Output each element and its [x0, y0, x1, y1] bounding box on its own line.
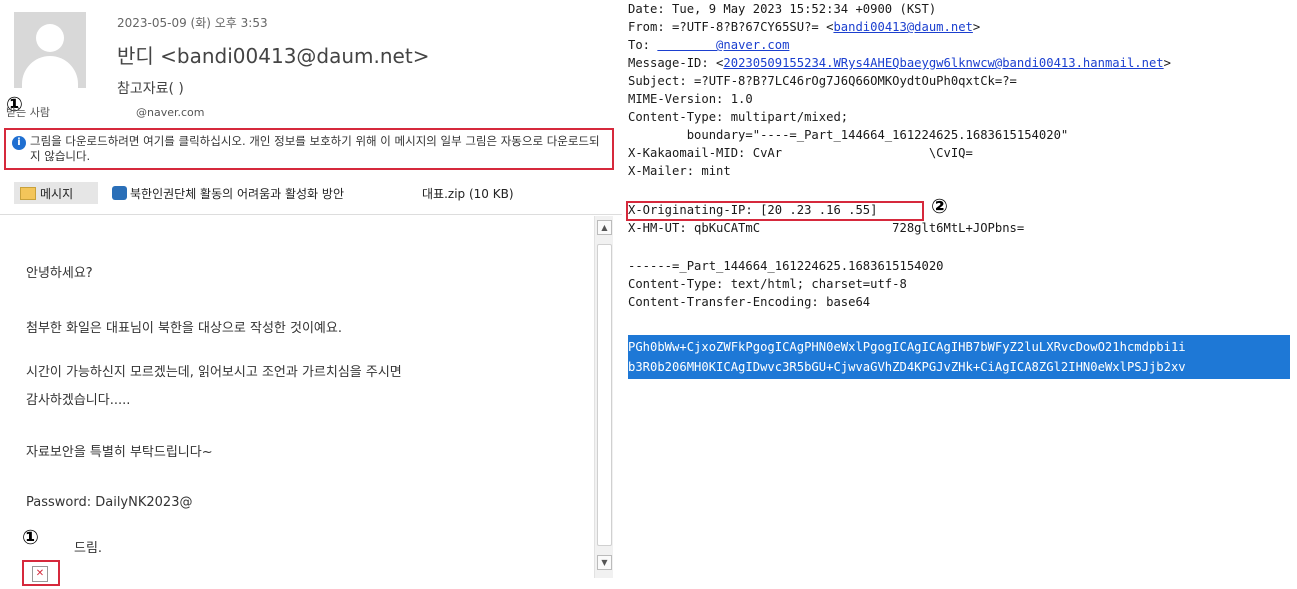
avatar [14, 12, 86, 88]
notice-text[interactable]: 그림을 다운로드하려면 여기를 클릭하십시오. 개인 정보를 보호하기 위해 이… [30, 134, 610, 164]
header-to: To: @naver.com [628, 38, 789, 52]
document-icon [112, 186, 127, 200]
attachment-zip[interactable]: 대표.zip (10 KB) [422, 185, 514, 202]
header-from-suffix: > [972, 20, 981, 34]
avatar-body [22, 56, 78, 88]
base64-line: b3R0b206MH0KICAgIDwvc3R5bGU+CjwvaGVhZD4K… [628, 360, 1186, 374]
attachment-document-name: 북한인권단체 활동의 어려움과 활성화 방안 [130, 187, 344, 201]
raw-source-pane: Date: Tue, 9 May 2023 15:52:34 +0900 (KS… [622, 0, 1297, 589]
recipient-row: 받는 사람 @naver.com [6, 104, 205, 120]
header-msgid-link[interactable]: 20230509155234.WRys4AHEQbaeygw6lknwcw@ba… [723, 56, 1163, 70]
envelope-icon [20, 187, 36, 200]
broken-image-icon: ✕ [32, 566, 48, 582]
marker-2: ② [931, 194, 948, 218]
header-to-link[interactable]: @naver.com [657, 38, 789, 52]
body-line: 감사하겠습니다..... [26, 393, 131, 408]
header-kakao-mid: X-Kakaomail-MID: CvAr \CvIQ= [628, 146, 973, 160]
header-mailer: X-Mailer: mint [628, 164, 731, 178]
attachment-bar: 메시지 북한인권단체 활동의 어려움과 활성화 방안 대표.zip (10 KB… [14, 182, 614, 206]
header-content-type: Content-Type: multipart/mixed; [628, 110, 849, 124]
info-icon: i [12, 136, 26, 150]
email-sender[interactable]: 반디 <bandi00413@daum.net> [117, 40, 429, 69]
header-msgid-prefix: Message-ID: < [628, 56, 724, 70]
base64-selected-block[interactable]: PGh0bWw+CjxoZWFkPgogICAgPHN0eWxlPgogICAg… [628, 335, 1290, 379]
email-view-pane: 2023-05-09 (화) 오후 3:53 반디 <bandi00413@da… [0, 0, 623, 589]
email-date: 2023-05-09 (화) 오후 3:53 [117, 16, 268, 30]
body-line: 안녕하세요? [26, 266, 93, 281]
base64-line: PGh0bWw+CjxoZWFkPgogICAgPHN0eWxlPgogICAg… [628, 340, 1186, 354]
email-subject: 참고자료( ) [117, 81, 184, 97]
header-boundary: boundary="----=_Part_144664_161224625.16… [628, 128, 1069, 142]
marker-1-bottom: ① [22, 525, 39, 549]
image-download-notice[interactable]: i 그림을 다운로드하려면 여기를 클릭하십시오. 개인 정보를 보호하기 위해… [4, 128, 614, 170]
avatar-head [36, 24, 64, 52]
header-from-link[interactable]: bandi00413@daum.net [833, 20, 972, 34]
header-message-id: Message-ID: <20230509155234.WRys4AHEQbae… [628, 56, 1171, 70]
header-date: Date: Tue, 9 May 2023 15:52:34 +0900 (KS… [628, 2, 937, 16]
header-hm-ut: X-HM-UT: qbKuCATmC 728glt6MtL+JOPbns= [628, 221, 1025, 235]
header-from-prefix: From: =?UTF-8?B?67CY65SU?= < [628, 20, 834, 34]
tab-message[interactable]: 메시지 [14, 182, 98, 204]
part-transfer-encoding: Content-Transfer-Encoding: base64 [628, 295, 871, 309]
scroll-up-icon[interactable]: ▲ [597, 220, 612, 235]
body-line: 드림. [74, 541, 103, 556]
header-mime: MIME-Version: 1.0 [628, 92, 753, 106]
body-line: 자료보안을 특별히 부탁드립니다~ [26, 445, 213, 460]
body-line: Password: DailyNK2023@ [26, 495, 193, 510]
header-from: From: =?UTF-8?B?67CY65SU?= <bandi00413@d… [628, 20, 980, 34]
part-content-type: Content-Type: text/html; charset=utf-8 [628, 277, 907, 291]
broken-image[interactable]: ✕ [22, 560, 60, 586]
attachment-document[interactable]: 북한인권단체 활동의 어려움과 활성화 방안 [112, 185, 344, 202]
body-line: 시간이 가능하신지 모르겠는데, 읽어보시고 조언과 가르치심을 주시면 [26, 365, 402, 380]
recipient-value: @naver.com [136, 106, 205, 119]
scrollbar[interactable]: ▲ ▼ [594, 216, 613, 578]
header-originating-ip: X-Originating-IP: [20 .23 .16 .55] [628, 203, 878, 217]
header-to-prefix: To: [628, 38, 658, 52]
tab-message-label: 메시지 [40, 187, 74, 201]
part-boundary: ------=_Part_144664_161224625.1683615154… [628, 259, 944, 273]
body-line: 첨부한 화일은 대표님이 북한을 대상으로 작성한 것이예요. [26, 321, 342, 336]
divider [0, 214, 622, 215]
recipient-label: 받는 사람 [6, 106, 50, 119]
header-msgid-suffix: > [1163, 56, 1171, 70]
scroll-thumb[interactable] [597, 244, 612, 546]
header-subject: Subject: =?UTF-8?B?7LC46rOg7J6Q66OMKOydt… [628, 74, 1017, 88]
scroll-down-icon[interactable]: ▼ [597, 555, 612, 570]
